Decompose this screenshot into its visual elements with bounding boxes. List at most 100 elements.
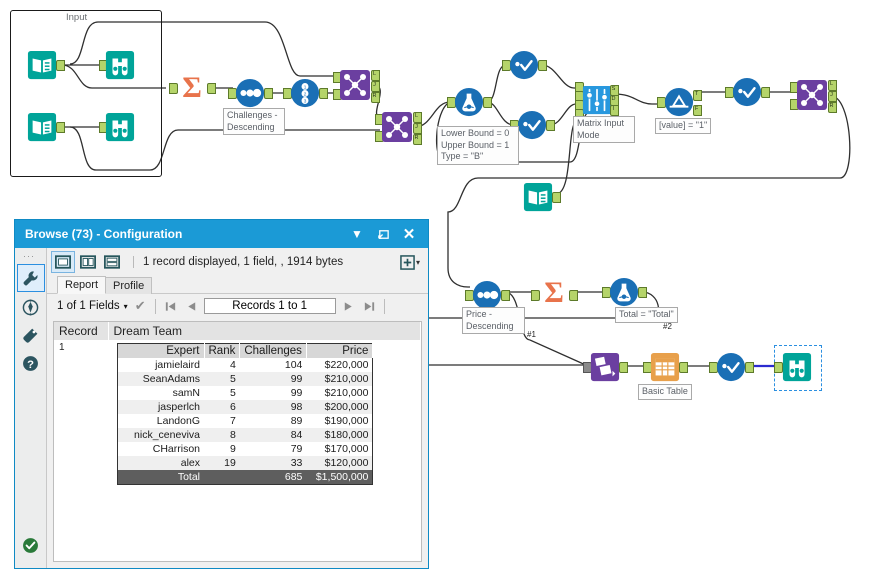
tool-filter-1[interactable]: T F — [657, 85, 702, 119]
apply-fields-check-icon[interactable]: ✔ — [132, 298, 149, 315]
column-header-dream-team[interactable]: Dream Team — [108, 322, 421, 340]
cell-rank: 7 — [230, 415, 236, 427]
minimize-icon[interactable]: ▼ — [344, 221, 370, 247]
output-anchor[interactable] — [501, 290, 510, 301]
output-anchor[interactable] — [483, 97, 492, 108]
record-range-display[interactable]: Records 1 to 1 — [203, 298, 336, 314]
output-label-l: L — [829, 81, 834, 87]
inner-column-header-expert: Expert — [117, 343, 205, 358]
rail-annotation-icon[interactable] — [18, 294, 44, 320]
dream-team-table: Expert Rank Challenges Price jamielaird 4 104… — [117, 343, 374, 485]
cell-expert: jamielaird — [155, 359, 200, 371]
output-label-r: R — [372, 93, 377, 99]
output-anchor[interactable] — [207, 83, 216, 94]
tool-optimization[interactable]: S D I — [575, 82, 619, 120]
cell-expert: samN — [172, 387, 200, 399]
window-title: Browse (73) - Configuration — [25, 227, 183, 241]
column-header-record[interactable]: Record — [54, 322, 109, 340]
output-label-r: R — [414, 135, 419, 141]
first-record-button[interactable] — [162, 298, 179, 315]
tool-input-data-3[interactable] — [521, 180, 561, 214]
next-record-button[interactable] — [340, 298, 357, 315]
restore-icon[interactable] — [370, 221, 396, 247]
input-data-icon — [25, 48, 59, 82]
output-anchor[interactable] — [56, 122, 65, 133]
cell-rank: 5 — [204, 372, 240, 386]
output-anchor[interactable] — [745, 362, 754, 373]
output-anchor[interactable] — [619, 362, 628, 373]
window-title-bar[interactable]: Browse (73) - Configuration ▼ ✕ — [15, 220, 428, 248]
tool-formula-2[interactable] — [510, 108, 555, 142]
tool-union-1[interactable] — [583, 350, 628, 384]
tool-input-data-2[interactable] — [25, 110, 65, 144]
tab-report[interactable]: Report — [57, 276, 107, 294]
view-columns-button[interactable] — [77, 252, 99, 272]
chevron-down-icon[interactable]: ▾ — [124, 302, 128, 311]
cell-challenges: 98 — [239, 400, 307, 414]
cell-expert: SeanAdams — [117, 372, 204, 386]
rail-tag-icon[interactable] — [18, 322, 44, 348]
output-anchor[interactable] — [264, 88, 273, 99]
close-icon[interactable]: ✕ — [396, 221, 422, 247]
total-cell-expert: Total — [117, 470, 204, 485]
browse-configuration-window[interactable]: Browse (73) - Configuration ▼ ✕ ··· ? 1 … — [14, 219, 429, 569]
tool-formula-3[interactable] — [725, 75, 770, 109]
tool-browse-1[interactable] — [99, 48, 137, 82]
fields-selector[interactable]: 1 of 1 Fields ▾ — [57, 300, 128, 312]
filter-icon — [662, 85, 696, 119]
browse-toolbar: 1 record displayed, 1 field, , 1914 byte… — [47, 248, 428, 276]
tool-record-id-1[interactable]: 1 2 3 — [283, 76, 328, 110]
rail-configuration-icon[interactable] — [16, 264, 45, 292]
tool-summarize-1[interactable]: Σ — [169, 70, 216, 104]
record-navigation-bar: 1 of 1 Fields ▾ ✔ Records 1 to 1 — [47, 293, 428, 318]
browse-icon — [103, 48, 137, 82]
output-anchor[interactable] — [638, 287, 647, 298]
output-anchor[interactable] — [319, 88, 328, 99]
output-anchor[interactable] — [538, 60, 547, 71]
tool-browse-2[interactable] — [99, 110, 137, 144]
total-cell-rank — [204, 470, 240, 485]
cell-challenges: 84 — [239, 428, 307, 442]
tool-summarize-2[interactable]: Σ — [531, 275, 578, 309]
output-label-l: L — [414, 113, 419, 119]
output-label-i: I — [612, 106, 615, 112]
add-view-button[interactable]: ▾ — [400, 254, 420, 270]
tool-join-1[interactable]: L J R — [333, 68, 380, 103]
tool-render-1[interactable] — [709, 350, 754, 384]
output-anchor[interactable] — [552, 192, 561, 203]
tool-sample-2[interactable] — [602, 275, 647, 309]
tool-table-1[interactable] — [643, 350, 688, 384]
tab-profile[interactable]: Profile — [105, 277, 153, 294]
output-anchor[interactable] — [546, 120, 555, 131]
formula-icon — [515, 108, 549, 142]
input-data-icon — [25, 110, 59, 144]
svg-text:Σ: Σ — [182, 71, 202, 104]
tool-sample-1[interactable] — [447, 85, 492, 119]
rail-grip[interactable]: ··· — [23, 251, 35, 261]
tool-formula-1[interactable] — [502, 48, 547, 82]
add-view-caret[interactable]: ▾ — [416, 258, 420, 267]
tool-input-data-1[interactable] — [25, 48, 65, 82]
cell-challenges: 89 — [290, 415, 303, 427]
rail-help-icon[interactable]: ? — [18, 350, 44, 376]
output-anchor[interactable] — [679, 362, 688, 373]
tool-sort-1[interactable] — [228, 76, 273, 110]
output-anchor[interactable] — [569, 290, 578, 301]
tool-join-3[interactable]: L J R — [790, 78, 837, 113]
browse-results-grid[interactable]: Record Dream Team 1 Expert Rank Challenges… — [53, 321, 422, 562]
output-anchor[interactable] — [56, 60, 65, 71]
view-single-button[interactable] — [51, 251, 75, 273]
last-record-button[interactable] — [361, 298, 378, 315]
tool-browse-selected[interactable] — [774, 350, 814, 384]
cell-rank: 5 — [230, 387, 236, 399]
previous-record-button[interactable] — [183, 298, 200, 315]
inner-table-row: CHarrison 9 79 $170,000 — [118, 442, 373, 456]
view-rows-button[interactable] — [101, 252, 123, 272]
output-anchor[interactable] — [761, 87, 770, 98]
annotation-matrix-input-mode: Matrix Input Mode — [573, 116, 635, 143]
input-container[interactable] — [10, 10, 162, 177]
record-id-icon: 1 2 3 — [288, 76, 322, 110]
cell-challenges: 33 — [239, 456, 307, 470]
tool-join-2[interactable]: L J R — [375, 110, 422, 145]
inner-table-row: alex 19 33 $120,000 — [117, 456, 373, 470]
